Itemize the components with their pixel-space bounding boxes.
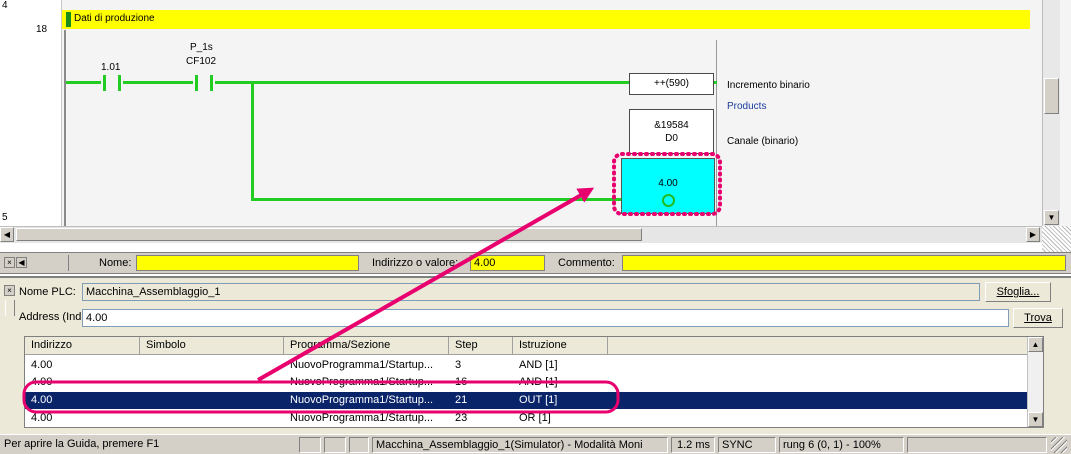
- rung-number: 18: [36, 24, 48, 35]
- coil-address: 4.00: [658, 178, 678, 189]
- operand-comment: Canale (binario): [727, 136, 799, 147]
- status-cell-empty: [299, 437, 321, 453]
- ladder-editor[interactable]: 4 18 5 Dati di produzione 1.01 P_1s CF10…: [0, 0, 1071, 235]
- ladder-vertical-scrollbar[interactable]: ▼: [1042, 0, 1060, 235]
- cell-indirizzo: 4.00: [31, 376, 53, 388]
- scroll-right-icon[interactable]: ▶: [1026, 227, 1040, 242]
- comment-field[interactable]: [622, 255, 1066, 271]
- scroll-down-icon[interactable]: ▼: [1044, 210, 1059, 225]
- table-vertical-scrollbar[interactable]: ▲ ▼: [1027, 337, 1043, 427]
- plc-name-field[interactable]: Macchina_Assemblaggio_1: [82, 283, 980, 301]
- browse-button-label: Sfoglia...: [996, 286, 1040, 298]
- column-header-step[interactable]: Step: [449, 337, 513, 355]
- find-button-label: Trova: [1024, 312, 1052, 324]
- find-button[interactable]: Trova: [1013, 308, 1063, 328]
- cell-programma: NuovoProgramma1/Startup...: [290, 359, 434, 371]
- table-row-selected[interactable]: 4.00 NuovoProgramma1/Startup... 21 OUT […: [25, 392, 1043, 409]
- cell-step: 21: [455, 394, 468, 406]
- cell-indirizzo: 4.00: [31, 394, 53, 406]
- status-help-text: Per aprire la Guida, premere F1: [4, 438, 160, 450]
- status-cycle-time: 1.2 ms: [671, 437, 715, 453]
- cell-indirizzo: 4.00: [31, 359, 53, 371]
- scroll-left-icon[interactable]: ◀: [0, 227, 14, 242]
- cell-istruzione: AND [1]: [519, 376, 558, 388]
- close-panel-icon[interactable]: ×: [4, 285, 15, 296]
- address-search-field[interactable]: 4.00: [82, 309, 1009, 327]
- rung-marker: [66, 12, 71, 27]
- close-icon[interactable]: ×: [4, 257, 15, 268]
- cell-istruzione: OUT [1]: [519, 394, 558, 406]
- address-value-field[interactable]: 4.00: [470, 255, 545, 271]
- plc-name-label: Nome PLC:: [19, 286, 76, 298]
- cell-step: 16: [455, 376, 468, 388]
- status-cell-empty: [907, 437, 1047, 453]
- name-field[interactable]: [136, 255, 359, 271]
- status-bar: Per aprire la Guida, premere F1 Macchina…: [0, 434, 1071, 454]
- cell-indirizzo: 4.00: [31, 412, 53, 424]
- name-label: Nome:: [99, 257, 132, 269]
- scroll-up-icon[interactable]: ▲: [1028, 337, 1043, 352]
- panel-grip[interactable]: [5, 300, 15, 316]
- cell-step: 3: [455, 359, 462, 371]
- column-header-indirizzo[interactable]: Indirizzo: [25, 337, 140, 355]
- cell-programma: NuovoProgramma1/Startup...: [290, 412, 434, 424]
- rung-number-gutter: [0, 0, 62, 235]
- rung-wire-branch-vertical: [251, 81, 254, 200]
- table-row[interactable]: 4.00 NuovoProgramma1/Startup... 23 OR [1…: [25, 410, 1043, 427]
- coil-box[interactable]: 4.00: [621, 158, 715, 214]
- scroll-down-icon[interactable]: ▼: [1028, 412, 1043, 427]
- browse-button[interactable]: Sfoglia...: [985, 282, 1051, 302]
- operand-address: D0: [665, 133, 678, 144]
- status-cell-empty: [324, 437, 346, 453]
- operand-label: &19584: [654, 120, 689, 131]
- status-mode: Macchina_Assemblaggio_1(Simulator) - Mod…: [372, 437, 668, 453]
- operand-symbol: Products: [727, 101, 767, 112]
- watch-bar: × ◀ Nome: Indirizzo o valore: 4.00 Comme…: [0, 252, 1071, 274]
- contact-1-address: 1.01: [101, 62, 121, 73]
- status-position: rung 6 (0, 1) - 100%: [779, 437, 904, 453]
- operand-box[interactable]: &19584 D0: [629, 109, 714, 154]
- prev-rung-number: 4: [2, 0, 8, 11]
- cell-programma: NuovoProgramma1/Startup...: [290, 376, 434, 388]
- contact-2[interactable]: [193, 75, 215, 91]
- address-label: Indirizzo o valore:: [372, 257, 459, 269]
- right-power-rail: [716, 40, 717, 226]
- contact-2-symbol: P_1s: [190, 42, 213, 53]
- comment-label: Commento:: [558, 257, 615, 269]
- cell-istruzione: AND [1]: [519, 359, 558, 371]
- left-power-rail: [64, 30, 66, 226]
- column-header-simbolo[interactable]: Simbolo: [140, 337, 284, 355]
- scroll-corner: [1042, 226, 1071, 252]
- cell-istruzione: OR [1]: [519, 412, 551, 424]
- instruction-description: Incremento binario: [727, 80, 810, 91]
- contact-2-address: CF102: [186, 56, 217, 67]
- next-rung-number: 5: [2, 212, 8, 223]
- table-header: Indirizzo Simbolo Programma/Sezione Step…: [25, 337, 1043, 355]
- rung-wire-branch-horizontal: [251, 198, 621, 201]
- cell-step: 23: [455, 412, 468, 424]
- divider: [68, 255, 69, 271]
- ladder-vscroll-thumb[interactable]: [1044, 78, 1059, 114]
- column-header-istruzione[interactable]: Istruzione: [513, 337, 608, 355]
- rung-wire-main: [66, 81, 629, 84]
- rung-comment-bar[interactable]: [62, 10, 1030, 29]
- status-cell-empty: [349, 437, 369, 453]
- status-sync: SYNC: [718, 437, 776, 453]
- contact-1[interactable]: [101, 75, 123, 91]
- instruction-box[interactable]: ++(590): [629, 73, 714, 95]
- resize-grip-icon[interactable]: [1051, 437, 1067, 453]
- cell-programma: NuovoProgramma1/Startup...: [290, 394, 434, 406]
- scroll-left-icon[interactable]: ◀: [16, 257, 27, 268]
- results-table: Indirizzo Simbolo Programma/Sezione Step…: [24, 336, 1044, 428]
- ladder-horizontal-scrollbar[interactable]: ◀ ▶: [0, 226, 1042, 243]
- column-header-programma[interactable]: Programma/Sezione: [284, 337, 449, 355]
- table-row[interactable]: 4.00 NuovoProgramma1/Startup... 3 AND [1…: [25, 357, 1043, 374]
- table-row[interactable]: 4.00 NuovoProgramma1/Startup... 16 AND […: [25, 374, 1043, 391]
- coil-circle-icon: [662, 194, 675, 207]
- rung-title: Dati di produzione: [74, 13, 155, 24]
- ladder-hscroll-thumb[interactable]: [16, 228, 642, 241]
